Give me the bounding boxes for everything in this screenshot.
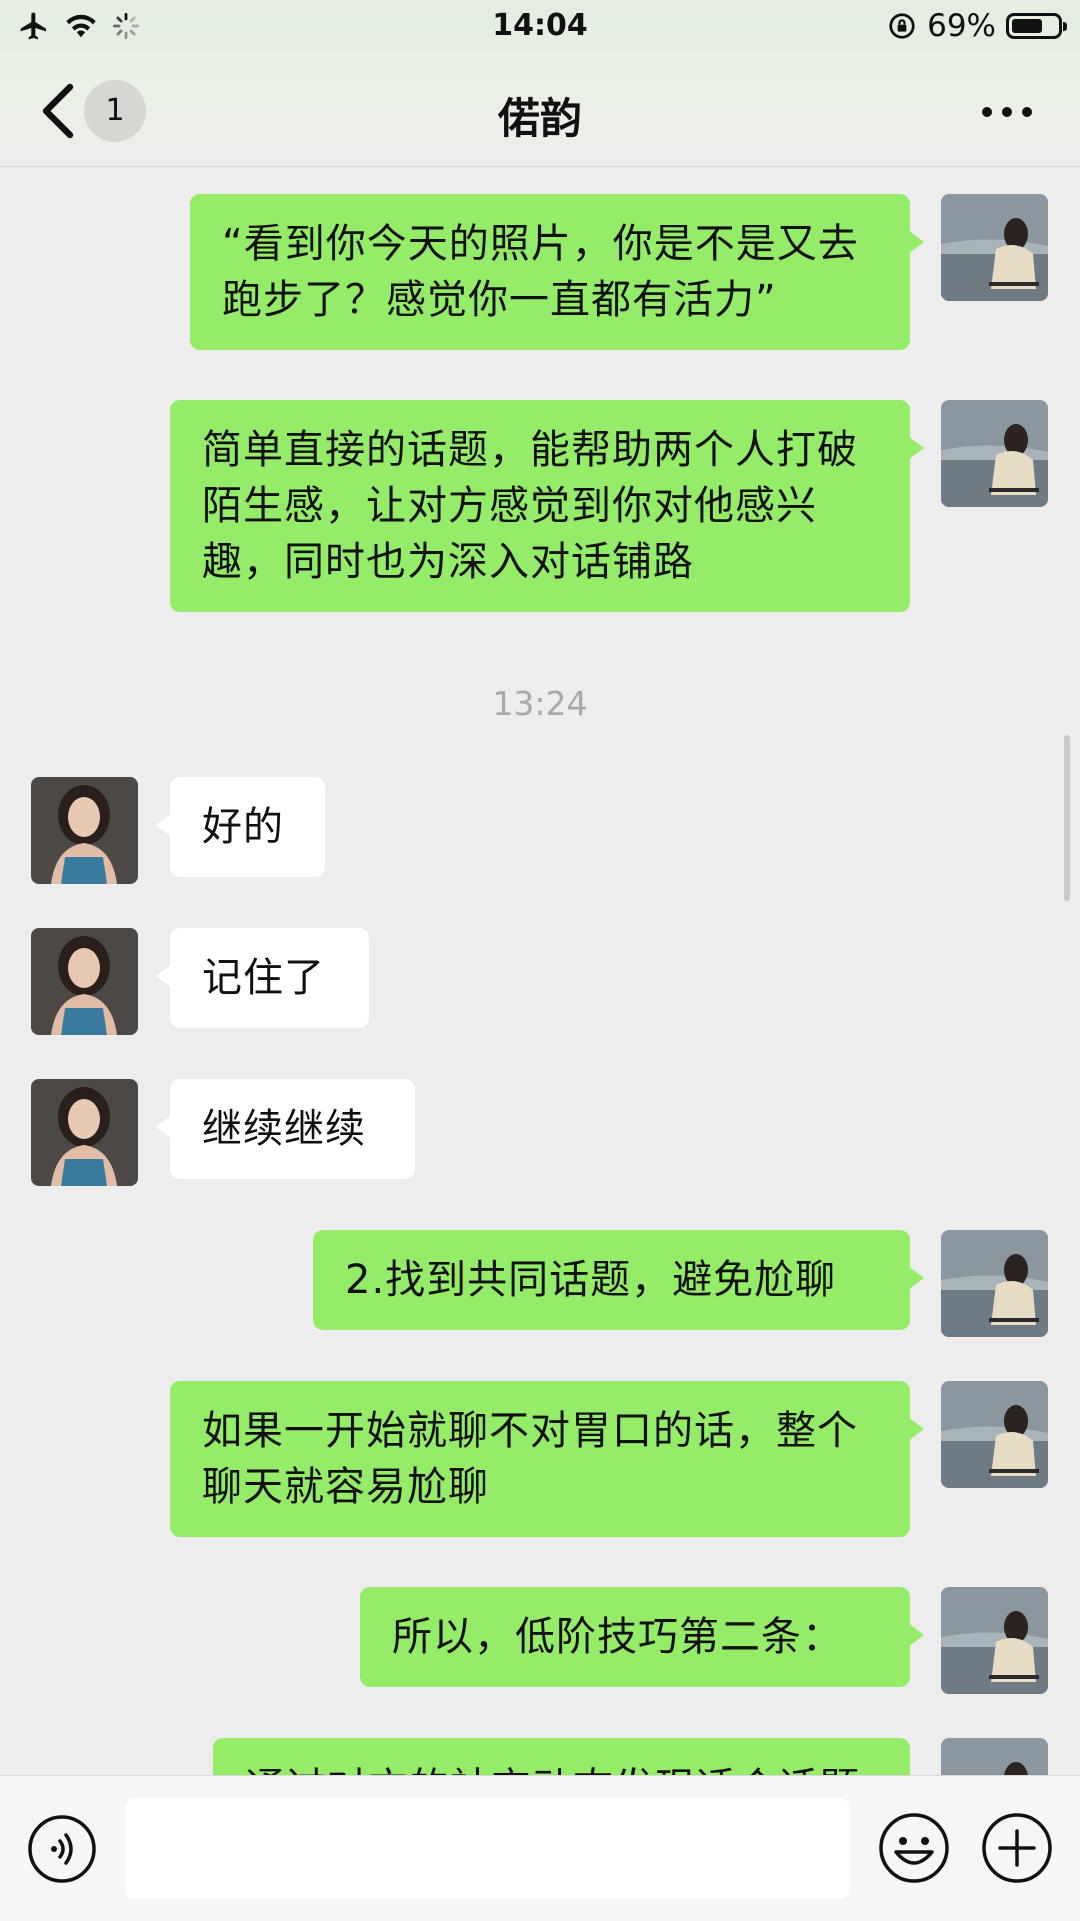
message-bubble-received[interactable]: 好的 bbox=[156, 777, 325, 877]
voice-input-icon[interactable] bbox=[27, 1814, 97, 1884]
emoji-icon[interactable] bbox=[878, 1812, 950, 1884]
avatar[interactable] bbox=[31, 1079, 138, 1186]
battery-icon bbox=[1006, 13, 1067, 39]
plus-icon[interactable] bbox=[981, 1812, 1053, 1884]
top-bar: 14:04 69% 1 偌韵 bbox=[0, 0, 1080, 167]
message-timestamp: 13:24 bbox=[492, 684, 588, 723]
message-bubble-sent[interactable]: 2.找到共同话题，避免尬聊 bbox=[313, 1230, 924, 1330]
avatar[interactable] bbox=[941, 1381, 1048, 1488]
avatar[interactable] bbox=[941, 1230, 1048, 1337]
avatar[interactable] bbox=[31, 777, 138, 884]
status-bar: 14:04 69% bbox=[0, 0, 1080, 55]
battery-level-fill bbox=[1012, 19, 1042, 33]
message-bubble-sent[interactable]: 简单直接的话题，能帮助两个人打破陌生感，让对方感觉到你对他感兴趣，同时也为深入对… bbox=[170, 400, 924, 612]
message-bubble-sent[interactable]: 通过对方的社交动态发现适合话题 bbox=[213, 1738, 924, 1775]
more-options-icon[interactable] bbox=[982, 107, 1032, 117]
input-bar bbox=[0, 1775, 1080, 1921]
scrollbar[interactable] bbox=[1064, 735, 1070, 901]
avatar[interactable] bbox=[941, 1738, 1048, 1775]
rotation-lock-icon bbox=[889, 13, 915, 39]
battery-percent: 69% bbox=[927, 8, 996, 44]
message-input[interactable] bbox=[125, 1798, 850, 1899]
message-list[interactable]: “看到你今天的照片，你是不是又去跑步了？感觉你一直都有活力” 简单直接的话题，能… bbox=[0, 167, 1080, 1775]
status-right-icons: 69% bbox=[887, 8, 1067, 44]
message-bubble-received[interactable]: 记住了 bbox=[156, 928, 369, 1028]
message-bubble-received[interactable]: 继续继续 bbox=[156, 1079, 415, 1179]
chat-header: 1 偌韵 bbox=[0, 55, 1080, 165]
avatar[interactable] bbox=[31, 928, 138, 1035]
avatar[interactable] bbox=[941, 400, 1048, 507]
message-bubble-sent[interactable]: “看到你今天的照片，你是不是又去跑步了？感觉你一直都有活力” bbox=[190, 194, 924, 350]
chat-title: 偌韵 bbox=[497, 94, 582, 143]
avatar[interactable] bbox=[941, 1587, 1048, 1694]
message-bubble-sent[interactable]: 如果一开始就聊不对胃口的话，整个聊天就容易尬聊 bbox=[170, 1381, 924, 1537]
avatar[interactable] bbox=[941, 194, 1048, 301]
message-bubble-sent[interactable]: 所以，低阶技巧第二条： bbox=[360, 1587, 924, 1687]
